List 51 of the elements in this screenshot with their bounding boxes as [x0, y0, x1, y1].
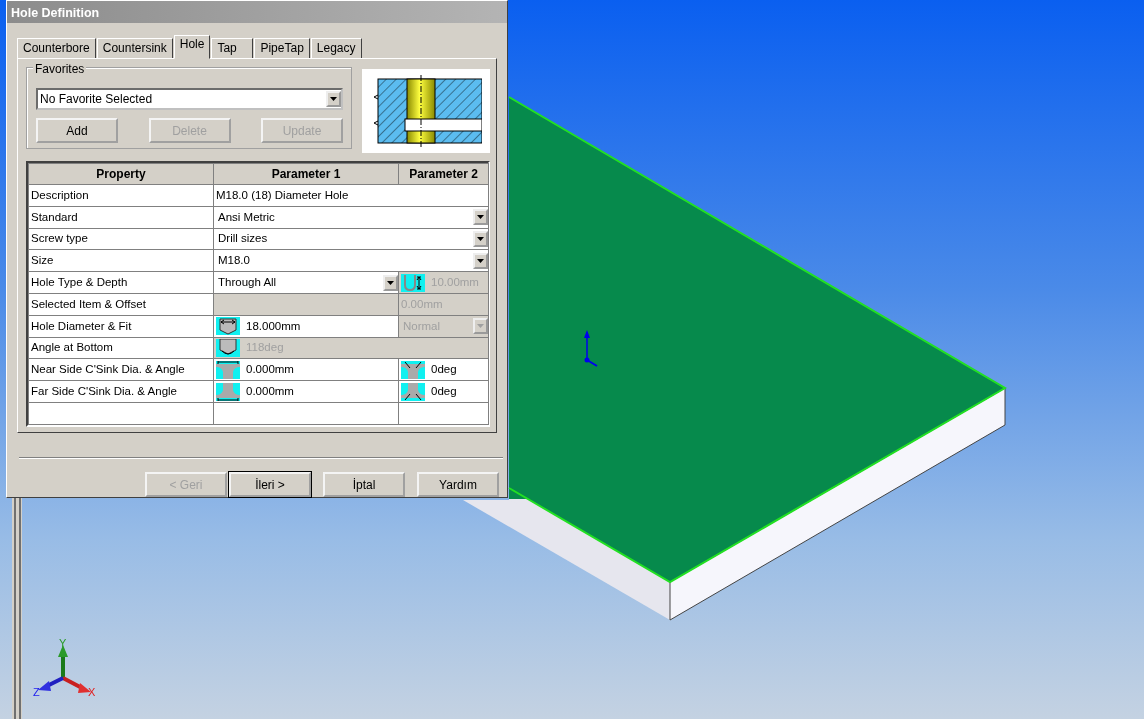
- axis-label: X: [88, 686, 96, 698]
- cell-value: 0.000mm: [246, 383, 294, 399]
- button[interactable]: İptal: [323, 472, 405, 497]
- tab[interactable]: Hole: [173, 35, 211, 59]
- axis-label: Y: [59, 637, 67, 649]
- dropdown-field[interactable]: No Favorite Selected: [36, 88, 343, 110]
- hole-profile-icon: [401, 360, 425, 379]
- tab[interactable]: PipeTap: [254, 38, 310, 58]
- button[interactable]: Yardım: [417, 472, 499, 497]
- tab[interactable]: Counterbore: [17, 38, 96, 58]
- table-cell: M18.0 (18) Diameter Hole: [213, 184, 489, 207]
- hole-profile-icon: [216, 360, 240, 379]
- table-cell: Near Side C'Sink Dia. & Angle: [28, 358, 214, 381]
- table-cell: Angle at Bottom: [28, 337, 214, 359]
- column-header: Parameter 1: [213, 163, 399, 185]
- cell-value: 0.000mm: [246, 362, 294, 378]
- hole-profile-icon: [216, 338, 240, 357]
- dropdown-field[interactable]: M18.0: [214, 250, 488, 271]
- tab[interactable]: Tap: [211, 38, 254, 58]
- column-header: Parameter 2: [398, 163, 489, 185]
- caret-icon: [477, 324, 484, 329]
- hole-profile-icon: [216, 317, 240, 336]
- table-cell: Screw type: [28, 228, 214, 250]
- table-cell: Hole Type & Depth: [28, 271, 214, 294]
- window-title: Hole Definition: [7, 1, 507, 23]
- button[interactable]: Add: [36, 118, 118, 143]
- cell-value: 0deg: [431, 362, 457, 378]
- table-cell: Size: [28, 249, 214, 272]
- button[interactable]: İleri >: [229, 472, 311, 497]
- caret-icon: [477, 237, 484, 241]
- tab[interactable]: Legacy: [310, 38, 362, 58]
- tab[interactable]: Countersink: [96, 38, 173, 58]
- table-cell: Far Side C'Sink Dia. & Angle: [28, 380, 214, 403]
- caret-icon: [477, 215, 484, 220]
- caret-icon: [330, 97, 337, 101]
- table-cell: Selected Item & Offset: [28, 293, 214, 316]
- dropdown-field[interactable]: Drill sizes: [214, 229, 488, 249]
- column-header: Property: [28, 163, 214, 185]
- table-cell: Description: [28, 184, 214, 207]
- origin-triad-icon: [584, 330, 598, 367]
- dropdown-field[interactable]: Through All: [214, 272, 398, 293]
- dropdown-field[interactable]: Ansi Metric: [214, 207, 488, 228]
- caret-icon: [477, 258, 484, 263]
- table-cell: Standard: [28, 206, 214, 229]
- caret-icon: [387, 280, 394, 285]
- hole-profile-icon: [401, 382, 425, 401]
- hole-profile-icon: [216, 382, 240, 401]
- cell-value: 0deg: [431, 383, 457, 399]
- table-cell: Hole Diameter & Fit: [28, 315, 214, 338]
- axis-label: Z: [33, 686, 40, 698]
- cell-value: 18.000mm: [246, 318, 301, 334]
